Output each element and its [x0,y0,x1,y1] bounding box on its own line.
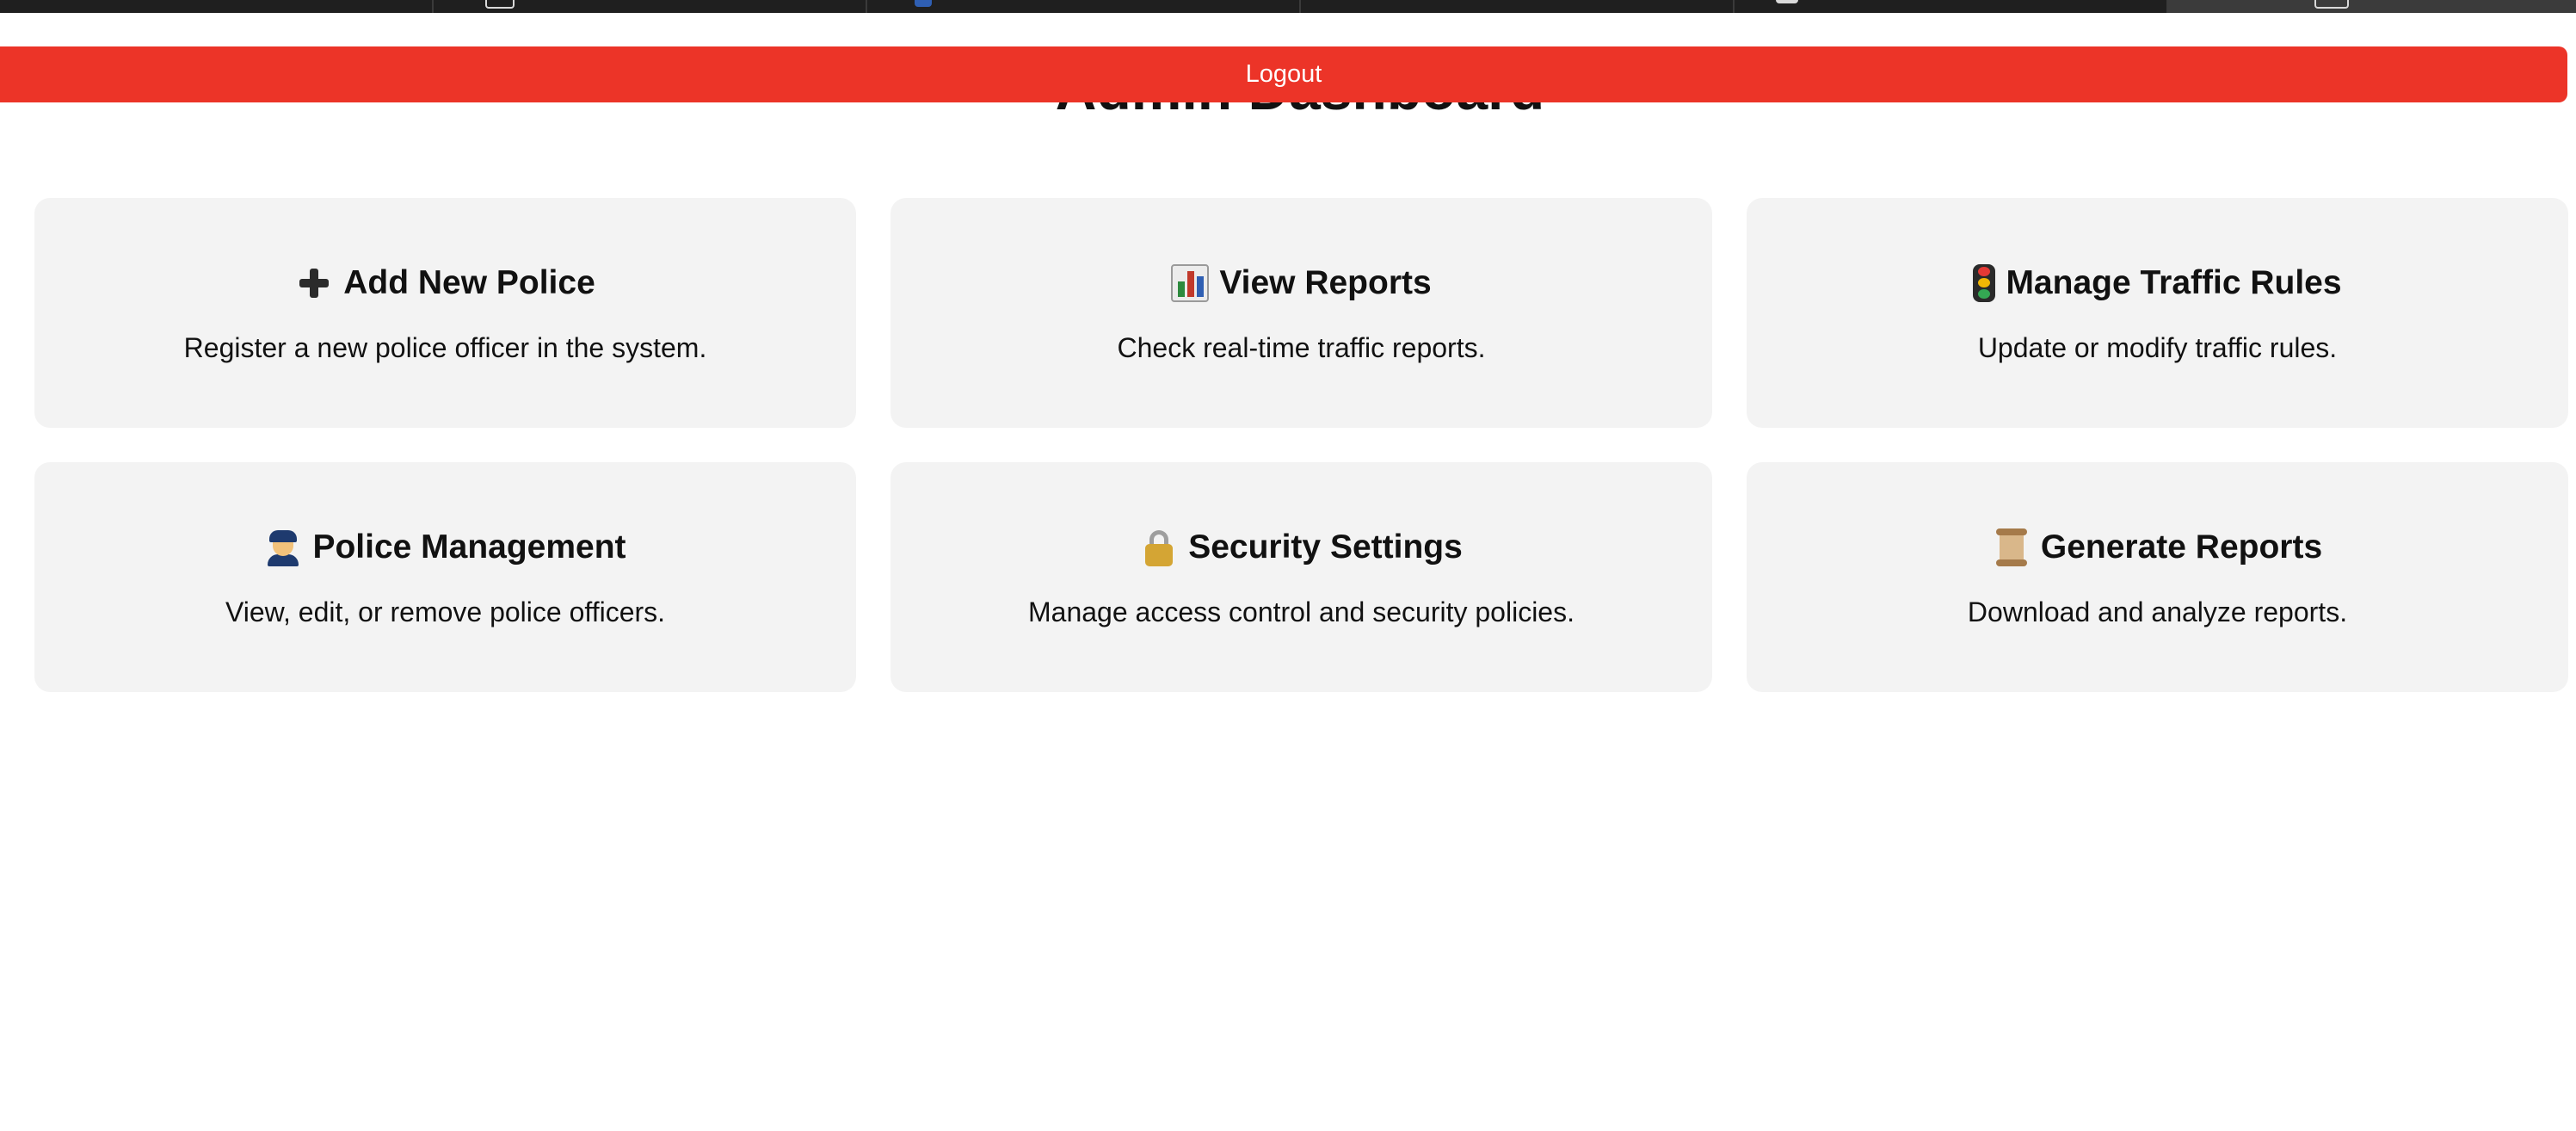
card-title-text: View Reports [1219,264,1432,301]
card-title-text: Manage Traffic Rules [2006,264,2342,301]
card-title-text: Add New Police [343,264,595,301]
card-title: Police Management [264,526,626,569]
card-description: Manage access control and security polic… [1028,596,1575,627]
card-title-text: Generate Reports [2040,528,2323,566]
dashboard-card-grid: Add New Police Register a new police off… [34,198,2568,692]
browser-tab[interactable] [867,0,1301,13]
card-title: Add New Police [295,262,595,305]
card-police-management[interactable]: Police Management View, edit, or remove … [34,462,856,692]
card-title: Manage Traffic Rules [1973,262,2342,305]
card-view-reports[interactable]: View Reports Check real-time traffic rep… [891,198,1712,428]
bar-chart-icon [1171,264,1210,302]
card-title: Security Settings [1140,526,1463,569]
browser-tab[interactable] [0,0,434,13]
plus-icon [295,264,333,302]
card-description: Check real-time traffic reports. [1117,332,1486,363]
card-description: Update or modify traffic rules. [1977,332,2338,363]
card-description: Download and analyze reports. [1967,596,2348,627]
card-security-settings[interactable]: Security Settings Manage access control … [891,462,1712,692]
traffic-light-icon [1973,264,1996,302]
browser-tab[interactable] [1735,0,2168,13]
card-title-text: Security Settings [1188,528,1463,566]
browser-tab-active[interactable] [2168,0,2576,13]
tab-favicon-icon [915,0,932,7]
card-description: View, edit, or remove police officers. [225,596,666,627]
page: Admin Dashboard Logout Add New Police Re… [0,0,2576,1131]
browser-tab[interactable] [434,0,867,13]
police-officer-icon [264,528,302,566]
tab-favicon-icon [2314,0,2349,9]
card-title: Generate Reports [1993,526,2322,569]
card-add-new-police[interactable]: Add New Police Register a new police off… [34,198,856,428]
card-manage-traffic-rules[interactable]: Manage Traffic Rules Update or modify tr… [1747,198,2568,428]
logout-button[interactable]: Logout [0,46,2567,102]
tab-favicon-icon [485,0,515,9]
browser-tab[interactable] [1301,0,1735,13]
card-title-text: Police Management [312,528,626,566]
lock-icon [1140,528,1178,566]
card-description: Register a new police officer in the sys… [183,332,707,363]
scroll-icon [1993,528,2031,566]
card-title: View Reports [1171,262,1432,305]
tab-favicon-icon [1776,0,1798,3]
card-generate-reports[interactable]: Generate Reports Download and analyze re… [1747,462,2568,692]
browser-tab-strip [0,0,2576,13]
